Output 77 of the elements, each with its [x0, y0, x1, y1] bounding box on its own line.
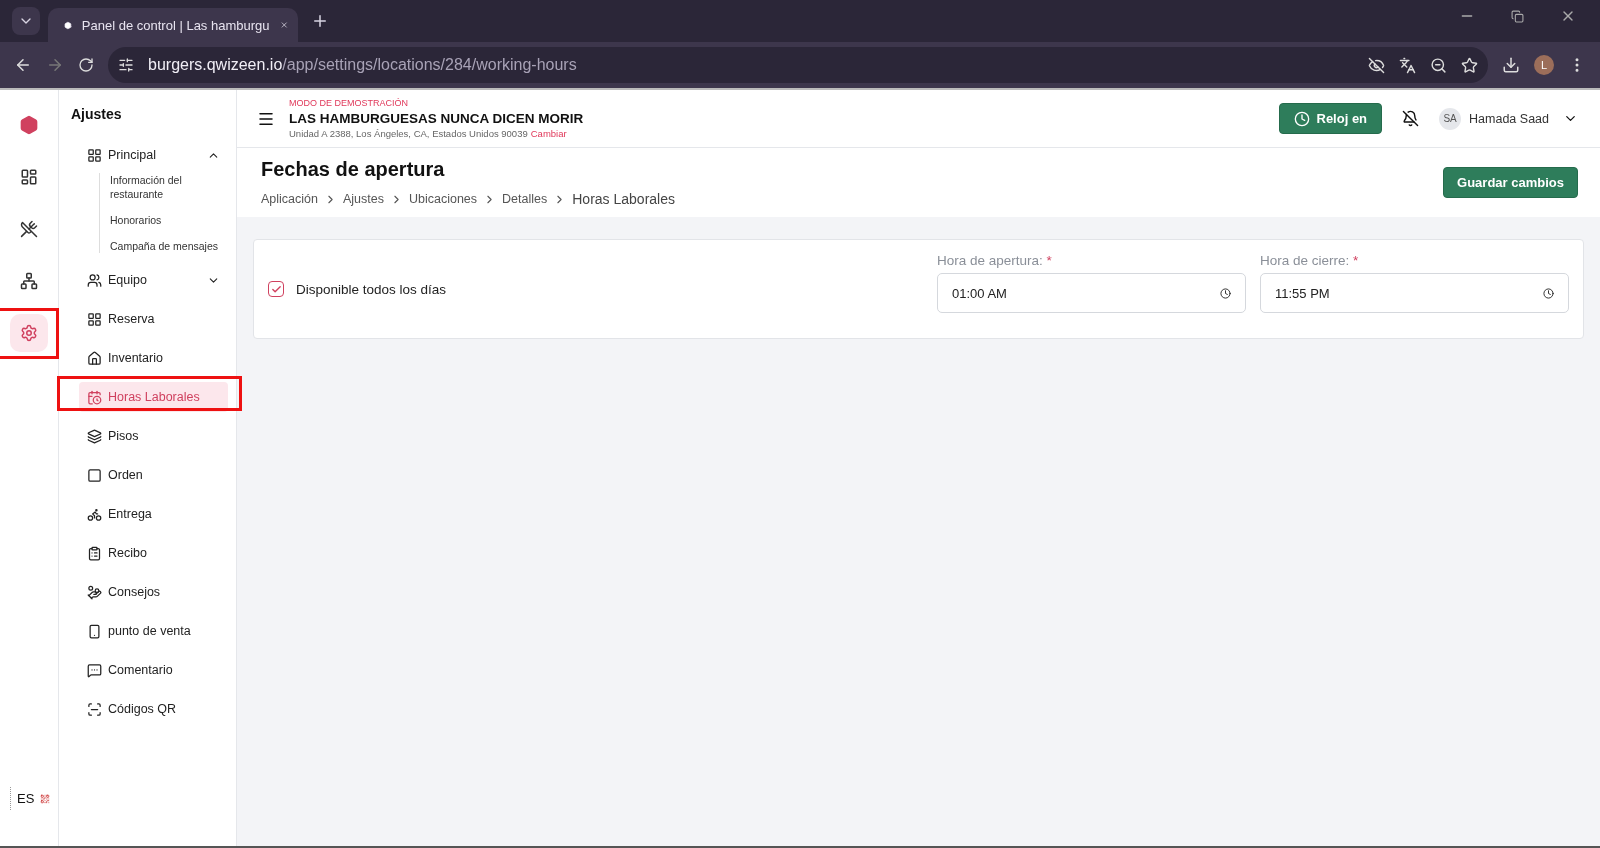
- dashboard-icon: [20, 168, 38, 186]
- check-icon: [270, 283, 282, 295]
- calendar-clock-icon: [87, 389, 102, 405]
- reload-icon[interactable]: [78, 57, 94, 73]
- forward-icon[interactable]: [46, 56, 64, 74]
- download-icon[interactable]: [1502, 56, 1520, 74]
- translate-icon[interactable]: [1399, 56, 1416, 74]
- time-field[interactable]: 01:00 AM: [937, 273, 1246, 313]
- tab-title: Panel de control | Las hamburgu: [81, 17, 270, 33]
- sidebar-item[interactable]: Códigos QR: [79, 694, 228, 724]
- sidebar-item[interactable]: Orden: [79, 460, 228, 490]
- site-settings-icon[interactable]: [118, 57, 134, 73]
- field-label: Hora de apertura: *: [937, 253, 1053, 268]
- breadcrumb-link[interactable]: Horas Laborales: [572, 191, 675, 207]
- rail-settings-button[interactable]: [10, 314, 48, 352]
- breadcrumb-link[interactable]: Ubicaciones: [409, 192, 478, 206]
- plus-icon: [311, 12, 329, 30]
- hierarchy-icon: [20, 272, 38, 290]
- sidebar-subitem[interactable]: Honorarios: [110, 213, 230, 227]
- bell-off-icon[interactable]: [1402, 110, 1420, 127]
- breadcrumb-link[interactable]: Detalles: [502, 192, 548, 206]
- tab-search-button[interactable]: [12, 7, 40, 35]
- zoom-out-icon[interactable]: [1430, 56, 1447, 74]
- page-title: Fechas de apertura: [261, 158, 446, 181]
- restaurant-name: LAS HAMBURGUESAS NUNCA DICEN MORIR: [289, 111, 585, 126]
- qr-icon: [40, 793, 51, 804]
- sidebar-item[interactable]: Inventario: [79, 343, 228, 373]
- checkbox-label: Disponible todos los días: [296, 281, 447, 297]
- eye-off-icon[interactable]: [1368, 56, 1385, 74]
- clock-icon[interactable]: [1220, 287, 1231, 299]
- house-icon: [87, 350, 102, 366]
- hand-coin-icon: [87, 584, 102, 600]
- list-icon: [87, 545, 102, 561]
- people-icon: [87, 272, 102, 288]
- back-icon[interactable]: [14, 56, 32, 74]
- user-avatar[interactable]: SA: [1439, 107, 1462, 130]
- demo-mode-label: MODO DE DEMOSTRACIÓN: [289, 98, 409, 108]
- clock-icon: [1293, 110, 1310, 127]
- clock-icon[interactable]: [1543, 287, 1554, 299]
- sidebar-title: Ajustes: [71, 106, 123, 122]
- change-link[interactable]: Cambiar: [530, 128, 567, 139]
- sidebar-item[interactable]: Consejos: [79, 577, 228, 607]
- language-switcher[interactable]: ES: [10, 787, 57, 810]
- sidebar-item[interactable]: Equipo: [79, 265, 228, 295]
- phone-icon: [87, 623, 102, 639]
- field-label: Hora de cierre: *: [1260, 253, 1360, 268]
- star-icon[interactable]: [1461, 56, 1478, 74]
- chat-icon: [87, 662, 102, 678]
- breadcrumb-link[interactable]: Aplicación: [261, 192, 318, 206]
- checkbox[interactable]: [268, 281, 284, 297]
- profile-avatar[interactable]: L: [1534, 55, 1554, 75]
- sidebar-item[interactable]: punto de venta: [79, 616, 228, 646]
- sidebar-subitem[interactable]: Campaña de mensajes: [110, 239, 230, 253]
- user-name[interactable]: Hamada Saad: [1469, 111, 1549, 126]
- time-field[interactable]: 11:55 PM: [1260, 273, 1569, 313]
- sidebar-item[interactable]: Recibo: [79, 538, 228, 568]
- scan-icon: [87, 701, 102, 717]
- fork-knife-icon: [20, 220, 38, 238]
- square-icon: [87, 467, 102, 483]
- sidebar-subitem[interactable]: Información del restaurante: [110, 173, 230, 201]
- sidebar-item[interactable]: Entrega: [79, 499, 228, 529]
- browser-tab[interactable]: Panel de control | Las hamburgu: [48, 8, 298, 42]
- sidebar-item[interactable]: Pisos: [79, 421, 228, 451]
- grid-icon: [87, 311, 102, 327]
- logo-icon[interactable]: [19, 115, 39, 135]
- sidebar-item[interactable]: Comentario: [79, 655, 228, 685]
- restaurant-address: Unidad A 2388, Los Ángeles, CA, Estados Unidos 90039 Cambiar: [289, 128, 568, 139]
- save-button[interactable]: Guardar cambios: [1443, 167, 1578, 198]
- address-bar[interactable]: burgers.qwizeen.io/app/settings/locations/284/working-hours: [108, 47, 1488, 83]
- clock-in-button[interactable]: Reloj en: [1278, 103, 1383, 134]
- sidebar-item[interactable]: Principal: [79, 140, 228, 170]
- settings-icon: [20, 324, 38, 342]
- layers-icon: [87, 428, 102, 444]
- sidebar-item[interactable]: Reserva: [79, 304, 228, 334]
- restore-icon[interactable]: [1511, 9, 1524, 23]
- url-text: burgers.qwizeen.io/app/settings/locations/284/working-hours: [148, 56, 578, 74]
- breadcrumb-link[interactable]: Ajustes: [343, 192, 384, 206]
